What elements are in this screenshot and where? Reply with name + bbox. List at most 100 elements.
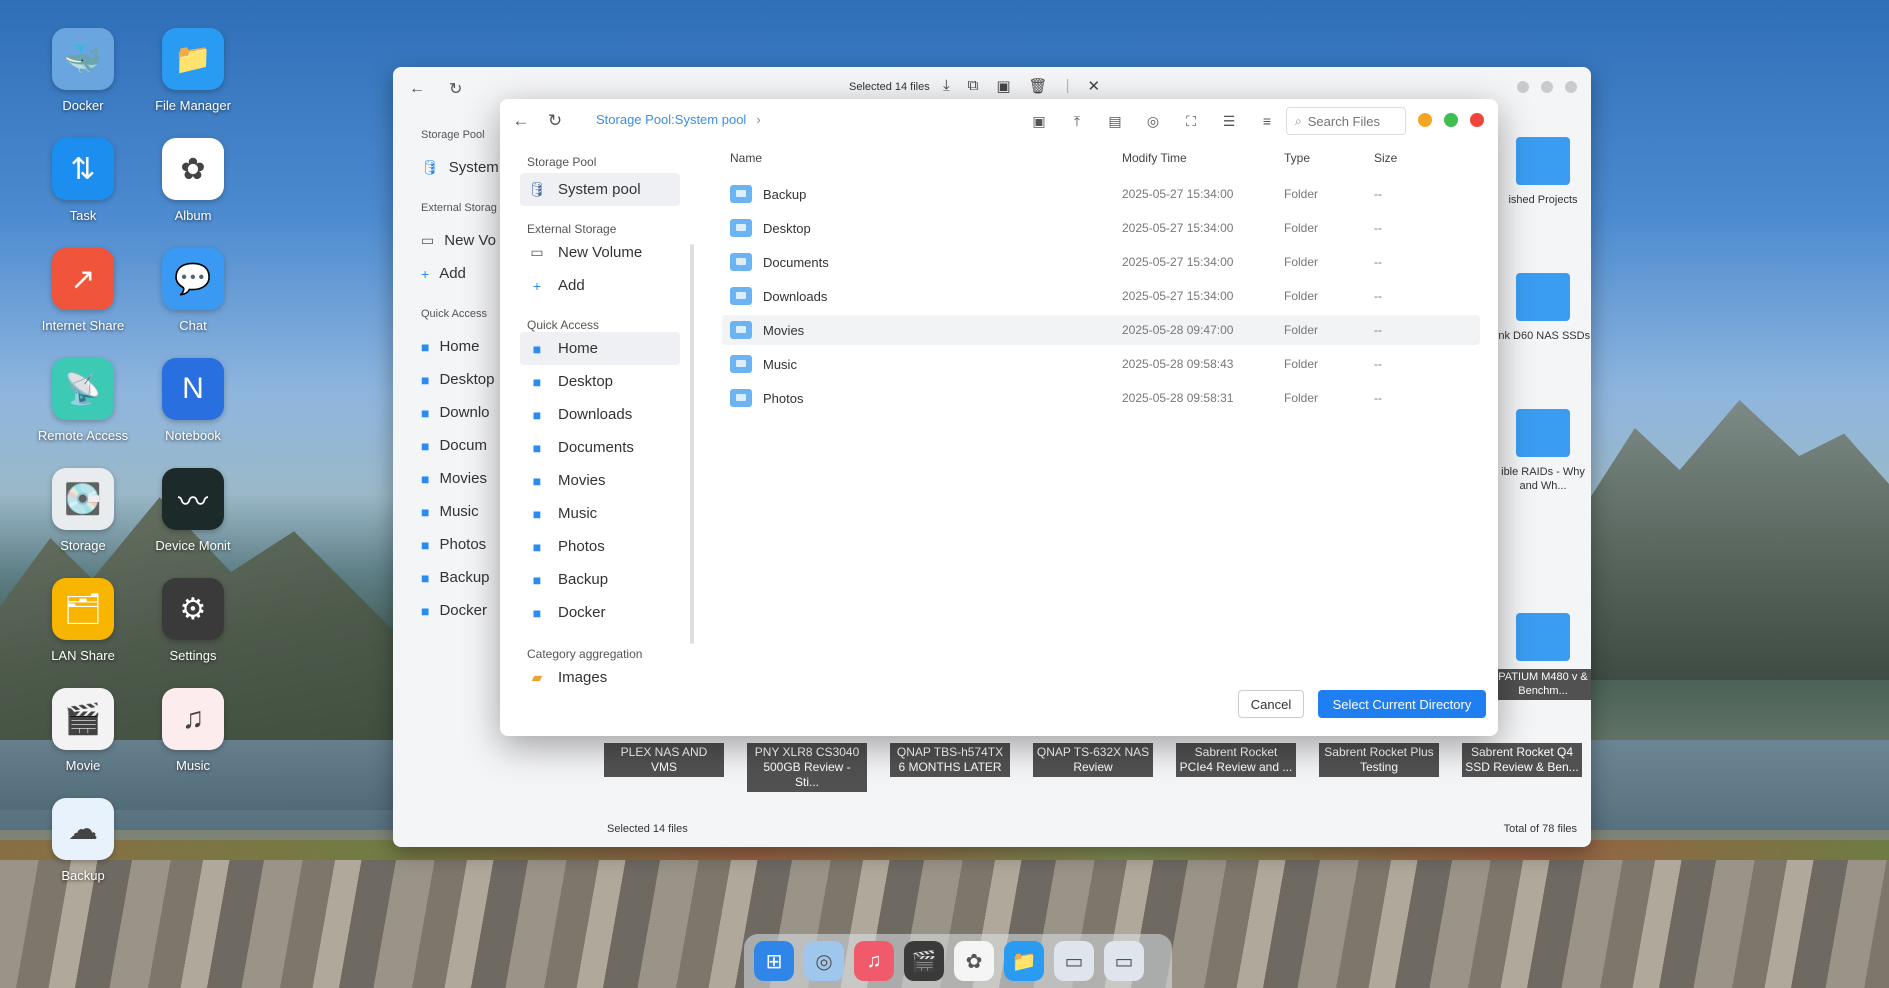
sidebar-item-add[interactable]: + Add	[421, 257, 503, 290]
video-thumbnail-caption[interactable]: Sabrent Rocket PCIe4 Review and ...	[1176, 743, 1296, 777]
minimize-button[interactable]	[1418, 113, 1432, 127]
window-1-icon[interactable]: ▭	[1054, 941, 1094, 981]
column-type[interactable]: Type	[1284, 151, 1310, 165]
back-icon[interactable]: ←	[508, 108, 534, 134]
maximize-button[interactable]	[1541, 81, 1553, 93]
sidebar-item-new-volume[interactable]: ▭ New Volume	[520, 236, 680, 269]
sidebar-scrollbar[interactable]	[690, 244, 694, 644]
file-manager-icon[interactable]: 📁	[1004, 941, 1044, 981]
desktop-app-chat[interactable]: 💬 Chat	[143, 248, 243, 333]
folder-action-icon[interactable]: ▤	[1104, 110, 1126, 132]
movie-icon[interactable]: 🎬	[904, 941, 944, 981]
sidebar-item-new-volume[interactable]: ▭ New Vo	[421, 224, 503, 257]
column-name[interactable]: Name	[730, 151, 762, 165]
sidebar-item-movies[interactable]: ■ Movies	[520, 464, 680, 497]
column-size[interactable]: Size	[1374, 151, 1397, 165]
sidebar-item-home[interactable]: ■ Home	[520, 332, 680, 365]
sidebar-item-docker[interactable]: ■ Docker	[520, 596, 680, 629]
upload-icon[interactable]: ⤒	[1066, 110, 1088, 132]
sort-icon[interactable]: ≡	[1256, 110, 1278, 132]
folder-icon: ■	[532, 604, 542, 621]
bg-sidebar-item[interactable]: ■ Downlo	[421, 396, 503, 429]
music-icon[interactable]: ♫	[854, 941, 894, 981]
minimize-button[interactable]	[1517, 81, 1529, 93]
sidebar-item-backup[interactable]: ■ Backup	[520, 563, 680, 596]
folder-tile[interactable]: ished Projects	[1493, 137, 1591, 207]
launcher-icon[interactable]: ⊞	[754, 941, 794, 981]
desktop-app-movie[interactable]: 🎬 Movie	[33, 688, 133, 773]
select-directory-dialog[interactable]: ← ↻ Storage Pool:System pool › ▣ ⤒ ▤ ◎ ⛶…	[500, 99, 1498, 736]
file-row-backup[interactable]: Backup 2025-05-27 15:34:00 Folder --	[722, 179, 1480, 209]
close-button[interactable]	[1470, 113, 1484, 127]
refresh-icon[interactable]: ↻	[542, 108, 568, 134]
bg-sidebar-item[interactable]: ■ Movies	[421, 462, 503, 495]
file-row-desktop[interactable]: Desktop 2025-05-27 15:34:00 Folder --	[722, 213, 1480, 243]
close-button[interactable]	[1565, 81, 1577, 93]
desktop-app-album[interactable]: ✿ Album	[143, 138, 243, 223]
bg-sidebar-item[interactable]: ■ Backup	[421, 561, 503, 594]
bg-sidebar-item[interactable]: ■ Home	[421, 330, 503, 363]
desktop-app-folder[interactable]: 📁 File Manager	[143, 28, 243, 113]
column-modify-time[interactable]: Modify Time	[1122, 151, 1187, 165]
folder-tile[interactable]: PATIUM M480 v & Benchm...	[1493, 613, 1591, 700]
sidebar-item-system-pool[interactable]: 🛢 System pool	[520, 173, 680, 206]
list-view-icon[interactable]: ☰	[1218, 110, 1240, 132]
sidebar-item-system[interactable]: 🛢 System	[421, 151, 503, 184]
folder-tile[interactable]: ible RAIDs - Why and Wh...	[1493, 409, 1591, 494]
refresh-icon[interactable]: ↻	[449, 79, 462, 99]
file-row-photos[interactable]: Photos 2025-05-28 09:58:31 Folder --	[722, 383, 1480, 413]
desktop-app-notebook[interactable]: N Notebook	[143, 358, 243, 443]
file-row-documents[interactable]: Documents 2025-05-27 15:34:00 Folder --	[722, 247, 1480, 277]
album-icon[interactable]: ✿	[954, 941, 994, 981]
select-current-directory-button[interactable]: Select Current Directory	[1318, 690, 1486, 718]
move-icon[interactable]: ▣	[996, 77, 1010, 95]
sidebar-item-music[interactable]: ■ Music	[520, 497, 680, 530]
bg-sidebar-item[interactable]: ■ Music	[421, 495, 503, 528]
desktop-app-music[interactable]: ♫ Music	[143, 688, 243, 773]
video-thumbnail-caption[interactable]: QNAP TS-632X NAS Review	[1033, 743, 1153, 777]
video-thumbnail-caption[interactable]: PLEX NAS AND VMS	[604, 743, 724, 777]
back-icon[interactable]: ←	[409, 80, 425, 98]
sidebar-item-photos[interactable]: ■ Photos	[520, 530, 680, 563]
file-row-movies[interactable]: Movies 2025-05-28 09:47:00 Folder --	[722, 315, 1480, 345]
desktop-app-share[interactable]: ↗ Internet Share	[33, 248, 133, 333]
sidebar-item-documents[interactable]: ■ Documents	[520, 431, 680, 464]
breadcrumb-path[interactable]: Storage Pool:System pool	[596, 112, 746, 127]
cancel-button[interactable]: Cancel	[1238, 690, 1304, 718]
copy-icon[interactable]: ⧉	[968, 77, 979, 95]
window-2-icon[interactable]: ▭	[1104, 941, 1144, 981]
sidebar-item-desktop[interactable]: ■ Desktop	[520, 365, 680, 398]
maximize-button[interactable]	[1444, 113, 1458, 127]
sidebar-item-downloads[interactable]: ■ Downloads	[520, 398, 680, 431]
delete-icon[interactable]: 🗑	[1029, 77, 1048, 95]
bg-sidebar-item[interactable]: ■ Photos	[421, 528, 503, 561]
new-folder-icon[interactable]: ▣	[1028, 110, 1050, 132]
share-icon[interactable]: ⛶	[1180, 110, 1202, 132]
search-input[interactable]	[1307, 113, 1394, 129]
bg-sidebar-item[interactable]: ■ Docum	[421, 429, 503, 462]
desktop-app-backup[interactable]: ☁ Backup	[33, 798, 133, 883]
desktop-app-docker[interactable]: 🐳 Docker	[33, 28, 133, 113]
desktop-app-monitor[interactable]: 〰 Device Monit	[143, 468, 243, 553]
video-thumbnail-caption[interactable]: PNY XLR8 CS3040 500GB Review - Sti...	[747, 743, 867, 792]
sidebar-item-add[interactable]: + Add	[520, 269, 680, 302]
file-row-music[interactable]: Music 2025-05-28 09:58:43 Folder --	[722, 349, 1480, 379]
desktop-app-task[interactable]: ⇅ Task	[33, 138, 133, 223]
video-thumbnail-caption[interactable]: Sabrent Rocket Plus Testing	[1319, 743, 1439, 777]
app-store-icon[interactable]: ◎	[804, 941, 844, 981]
video-thumbnail-caption[interactable]: QNAP TBS-h574TX 6 MONTHS LATER	[890, 743, 1010, 777]
hide-icon[interactable]: ◎	[1142, 110, 1164, 132]
desktop-app-lan-share[interactable]: 🗂 LAN Share	[33, 578, 133, 663]
bg-sidebar-item[interactable]: ■ Desktop	[421, 363, 503, 396]
close-selection-icon[interactable]: ✕	[1088, 77, 1101, 95]
video-thumbnail-caption[interactable]: Sabrent Rocket Q4 SSD Review & Ben...	[1462, 743, 1582, 777]
download-icon[interactable]: ⤓	[943, 77, 950, 95]
desktop-app-remote-access[interactable]: 📡 Remote Access	[33, 358, 133, 443]
file-type: Folder	[1284, 255, 1319, 269]
search-box[interactable]: ⌕	[1286, 107, 1406, 135]
desktop-app-storage[interactable]: 💽 Storage	[33, 468, 133, 553]
file-row-downloads[interactable]: Downloads 2025-05-27 15:34:00 Folder --	[722, 281, 1480, 311]
bg-sidebar-item[interactable]: ■ Docker	[421, 594, 503, 627]
desktop-app-settings[interactable]: ⚙ Settings	[143, 578, 243, 663]
folder-tile[interactable]: ink D60 NAS SSDs	[1493, 273, 1591, 343]
